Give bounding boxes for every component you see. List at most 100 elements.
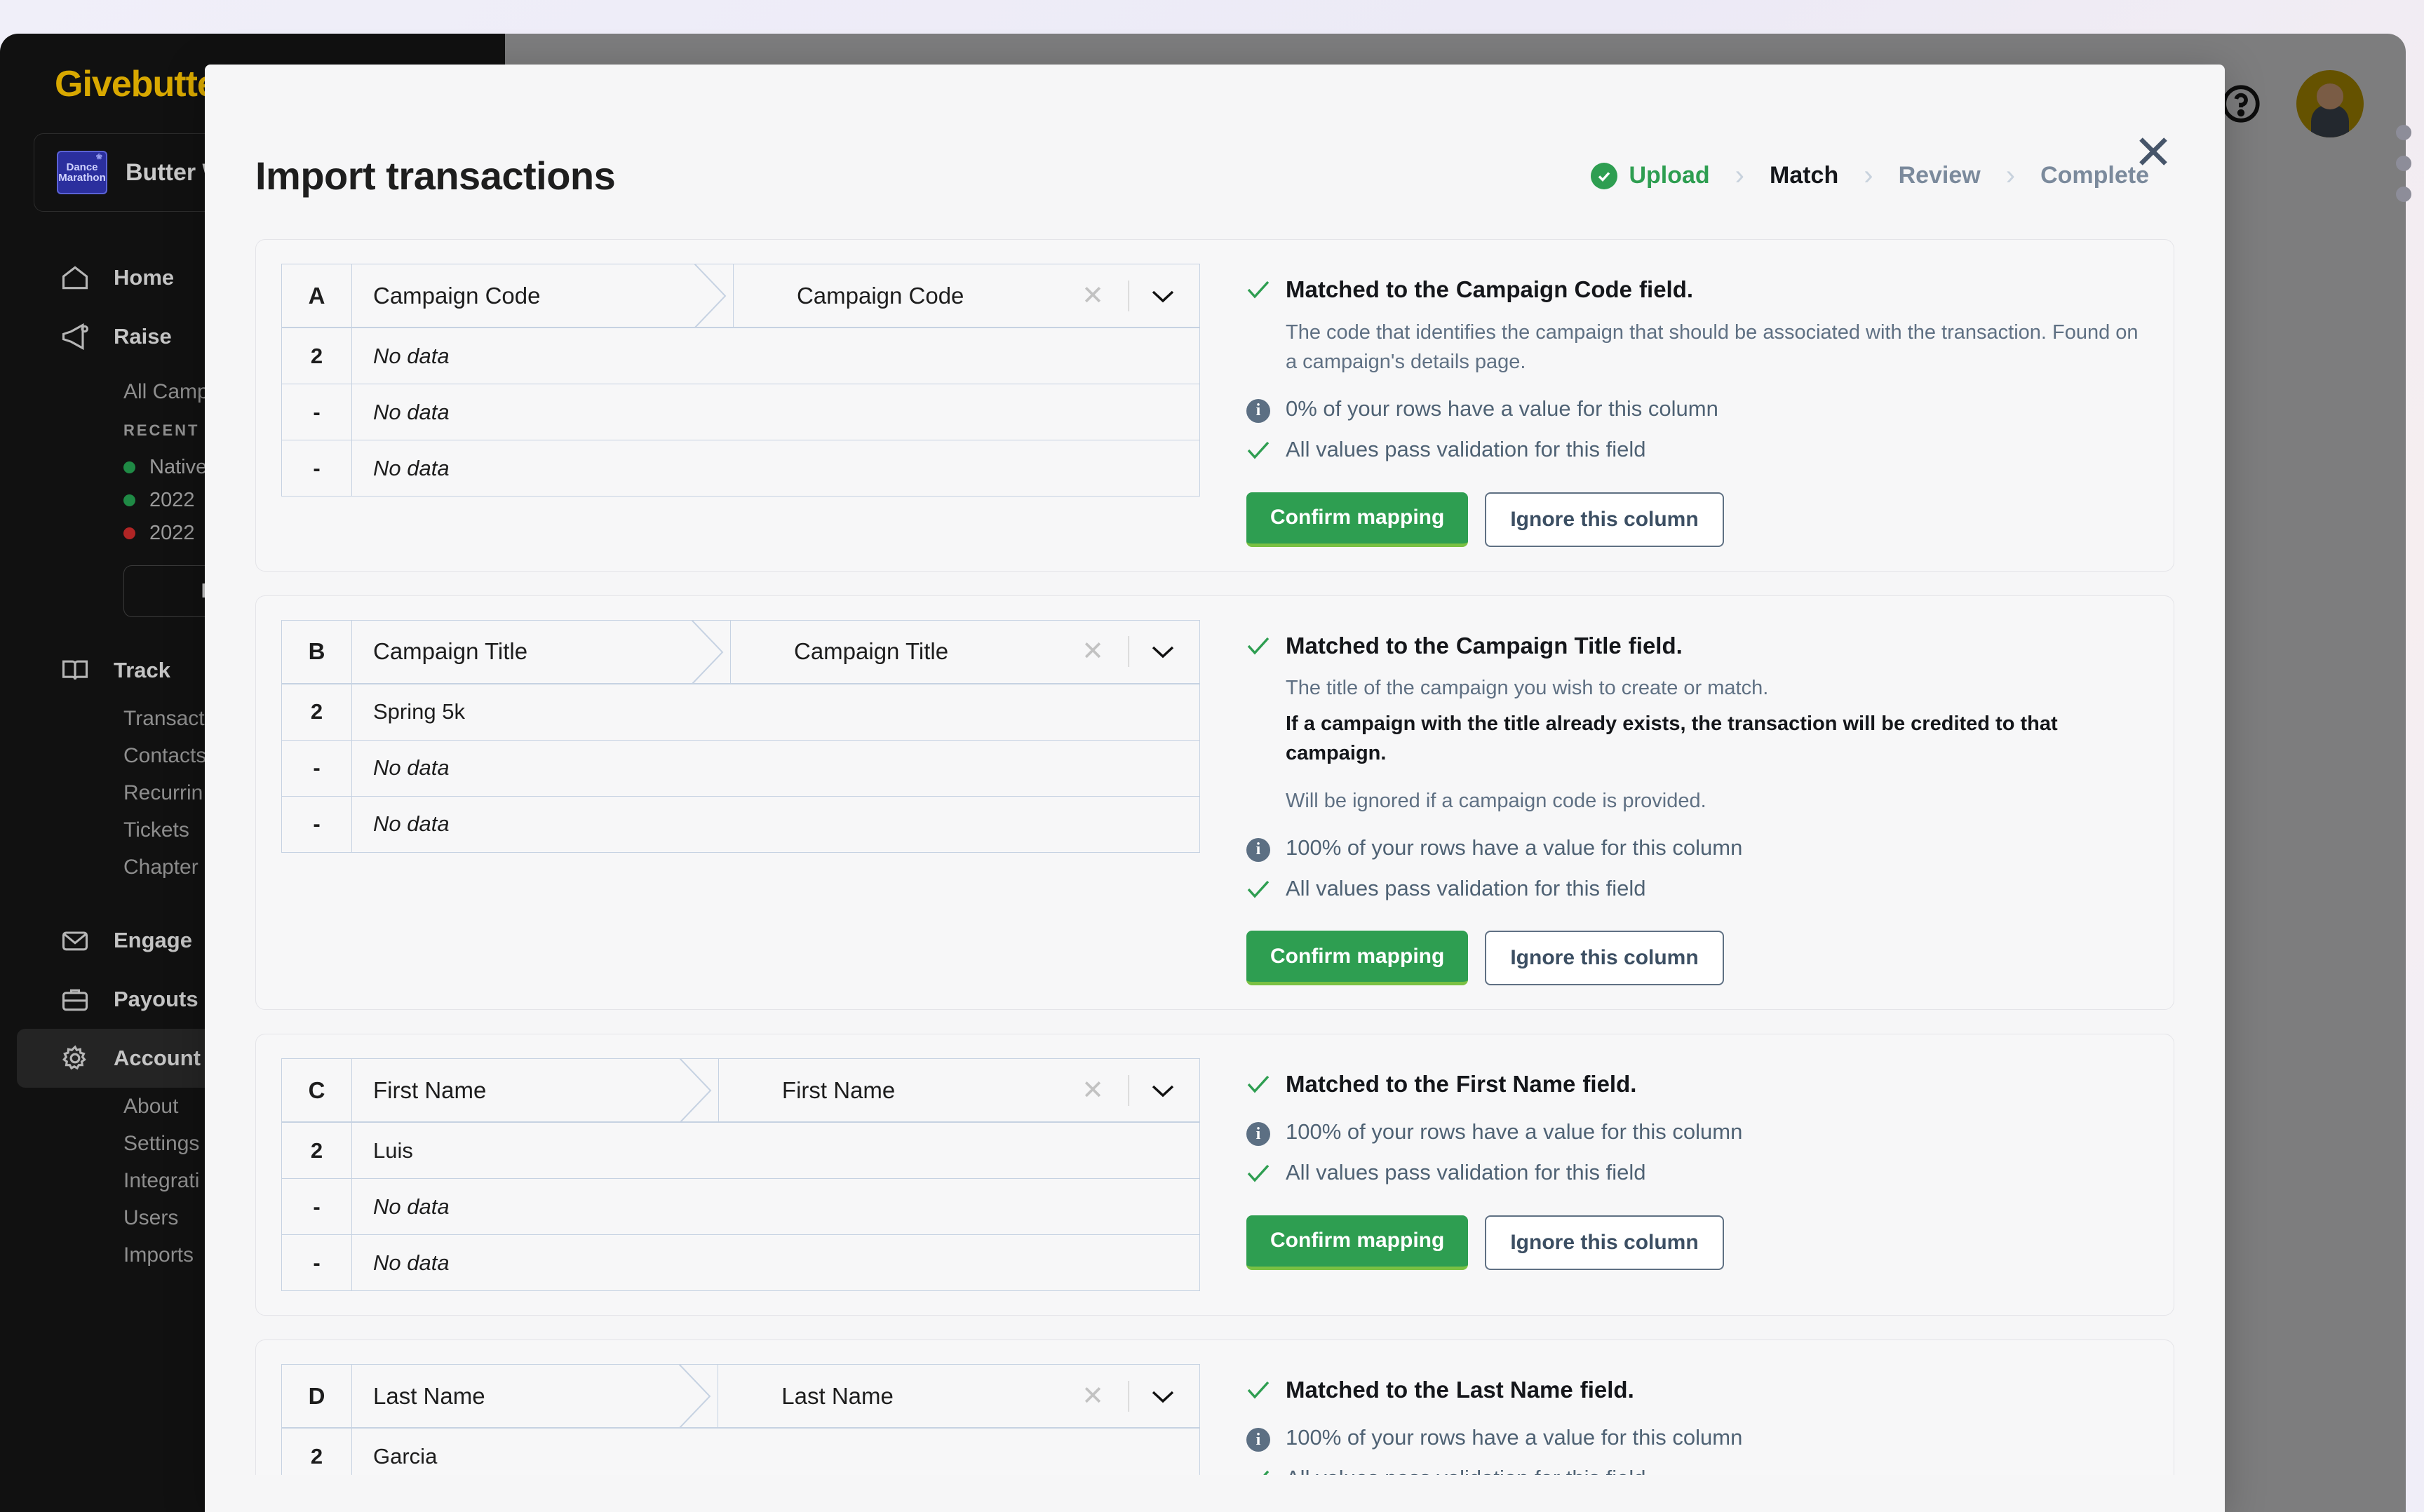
- target-actions: ✕: [1070, 280, 1184, 311]
- target-field-select[interactable]: Campaign Title ✕: [729, 619, 1201, 684]
- matched-status: Matched to the Last Name field.: [1246, 1375, 2148, 1405]
- status-dot-red: [123, 527, 135, 539]
- preview-rows: 2 Luis - No data - No data: [281, 1122, 1200, 1292]
- chevron-down-icon[interactable]: [1142, 1389, 1184, 1404]
- row-value: No data: [351, 440, 1200, 497]
- column-preview-table: C First Name First Name ✕ 2 Luis - No da…: [281, 1058, 1201, 1292]
- ignore-column-button[interactable]: Ignore this column: [1485, 1215, 1724, 1270]
- matched-status-text: Matched to the Campaign Title field.: [1286, 632, 1683, 659]
- coverage-status: i 0% of your rows have a value for this …: [1246, 395, 2148, 423]
- step-match[interactable]: Match: [1770, 162, 1838, 189]
- chevron-down-icon[interactable]: [1142, 644, 1184, 659]
- check-circle-icon: [1591, 162, 1618, 189]
- org-logo-line1: Dance: [66, 161, 98, 173]
- target-actions: ✕: [1070, 1380, 1184, 1412]
- target-field-select[interactable]: First Name ✕: [718, 1058, 1201, 1123]
- ignore-column-button[interactable]: Ignore this column: [1485, 492, 1724, 547]
- matched-status-text: Matched to the Last Name field.: [1286, 1377, 1634, 1403]
- check-icon: [1246, 1469, 1270, 1475]
- coverage-text: 100% of your rows have a value for this …: [1286, 835, 1743, 860]
- confirm-mapping-button[interactable]: Confirm mapping: [1246, 1215, 1469, 1270]
- confirm-mapping-button[interactable]: Confirm mapping: [1246, 492, 1469, 547]
- step-review[interactable]: Review: [1899, 162, 1981, 189]
- check-icon: [1246, 635, 1270, 656]
- chevron-down-icon[interactable]: [1142, 288, 1184, 304]
- preview-rows: 2 No data - No data - No data: [281, 328, 1200, 497]
- column-letter: D: [281, 1364, 352, 1429]
- matched-status-text: Matched to the First Name field.: [1286, 1071, 1637, 1098]
- field-description-list: The title of the campaign you wish to cr…: [1246, 673, 2148, 815]
- table-row: - No data: [281, 1234, 1200, 1292]
- window-drag-handle[interactable]: [2396, 125, 2411, 202]
- recent-campaign-label: 2022: [149, 522, 195, 544]
- row-value: No data: [351, 384, 1200, 440]
- table-row: 2 No data: [281, 328, 1200, 384]
- row-value: No data: [351, 1234, 1200, 1292]
- status-dot-green: [123, 494, 135, 506]
- chevron-divider-icon: [694, 263, 734, 329]
- validation-text: All values pass validation for this fiel…: [1286, 1464, 1645, 1475]
- chevron-right-icon: ›: [2005, 160, 2016, 191]
- row-number: -: [281, 739, 352, 797]
- check-icon: [1246, 279, 1270, 300]
- row-number: 2: [281, 683, 352, 741]
- field-description-list: The code that identifies the campaign th…: [1246, 318, 2148, 377]
- validation-text: All values pass validation for this fiel…: [1286, 437, 1646, 462]
- mapping-header-row: D Last Name Last Name ✕: [281, 1363, 1200, 1429]
- preview-table: B Campaign Title Campaign Title ✕: [281, 619, 1201, 685]
- mapping-header-row: B Campaign Title Campaign Title ✕: [281, 619, 1201, 685]
- source-column-name: Campaign Title: [351, 619, 731, 685]
- info-icon: i: [1246, 1122, 1270, 1147]
- gear-icon: [59, 1042, 91, 1074]
- preview-table: A Campaign Code Campaign Code ✕: [281, 263, 1201, 329]
- mapping-header-row: C First Name First Name ✕: [281, 1058, 1201, 1123]
- mapping-status-panel: Matched to the Campaign Code field. The co…: [1246, 264, 2148, 547]
- validation-status: All values pass validation for this fiel…: [1246, 436, 2148, 464]
- mapping-header-row: A Campaign Code Campaign Code ✕: [281, 263, 1201, 329]
- table-row: - No data: [281, 1178, 1200, 1236]
- row-value: Luis: [351, 1122, 1200, 1180]
- column-mapping-card: C First Name First Name ✕ 2 Luis - No da…: [255, 1034, 2174, 1316]
- row-number: -: [281, 1178, 352, 1236]
- preview-rows: 2 Spring 5k - No data - No data: [281, 683, 1200, 853]
- column-letter: C: [281, 1058, 352, 1123]
- close-icon[interactable]: [2132, 130, 2174, 173]
- coverage-status: i 100% of your rows have a value for thi…: [1246, 834, 2148, 862]
- mapping-actions: Confirm mapping Ignore this column: [1246, 931, 2148, 986]
- matched-status: Matched to the Campaign Code field.: [1246, 275, 2148, 305]
- clear-icon[interactable]: ✕: [1070, 638, 1116, 665]
- target-field-select[interactable]: Campaign Code ✕: [732, 264, 1201, 328]
- mapping-status-panel: Matched to the Last Name field. i 100% of …: [1246, 1364, 2148, 1475]
- clear-icon[interactable]: ✕: [1070, 283, 1116, 309]
- check-icon: [1246, 1074, 1270, 1095]
- preview-rows: 2Garcia-No data-No data: [281, 1428, 1200, 1475]
- validation-text: All values pass validation for this fiel…: [1286, 1160, 1646, 1185]
- clear-icon[interactable]: ✕: [1070, 1383, 1116, 1410]
- mapping-actions: Confirm mapping Ignore this column: [1246, 1215, 2148, 1270]
- confirm-mapping-button[interactable]: Confirm mapping: [1246, 931, 1469, 986]
- chevron-down-icon[interactable]: [1142, 1083, 1184, 1098]
- preview-table: D Last Name Last Name ✕: [281, 1363, 1200, 1429]
- check-icon: [1246, 1379, 1270, 1400]
- ignore-column-button[interactable]: Ignore this column: [1485, 931, 1724, 986]
- matched-status: Matched to the Campaign Title field.: [1246, 631, 2148, 661]
- source-column-name: Campaign Code: [351, 263, 734, 329]
- mapping-list[interactable]: A Campaign Code Campaign Code ✕ 2 No dat…: [205, 239, 2225, 1475]
- row-value: Spring 5k: [351, 683, 1200, 741]
- mapping-actions: Confirm mapping Ignore this column: [1246, 492, 2148, 547]
- sidebar-item-payouts-label: Payouts: [114, 987, 198, 1011]
- step-upload[interactable]: Upload: [1591, 162, 1710, 189]
- sidebar-item-raise-label: Raise: [114, 324, 172, 349]
- coverage-text: 100% of your rows have a value for this …: [1286, 1119, 1743, 1145]
- step-indicator: Upload › Match › Review › Complete: [1591, 160, 2149, 191]
- chevron-divider-icon: [691, 619, 731, 685]
- chevron-right-icon: ›: [1864, 160, 1873, 191]
- sidebar-item-engage-label: Engage: [114, 928, 192, 952]
- column-preview-table: B Campaign Title Campaign Title ✕ 2 Spri…: [281, 619, 1201, 986]
- row-value: No data: [351, 795, 1200, 853]
- field-description: The code that identifies the campaign th…: [1286, 320, 2139, 373]
- clear-icon[interactable]: ✕: [1070, 1077, 1116, 1104]
- matched-status-text: Matched to the Campaign Code field.: [1286, 276, 1694, 302]
- sidebar-item-track-label: Track: [114, 658, 171, 682]
- target-field-select[interactable]: Last Name ✕: [718, 1364, 1200, 1429]
